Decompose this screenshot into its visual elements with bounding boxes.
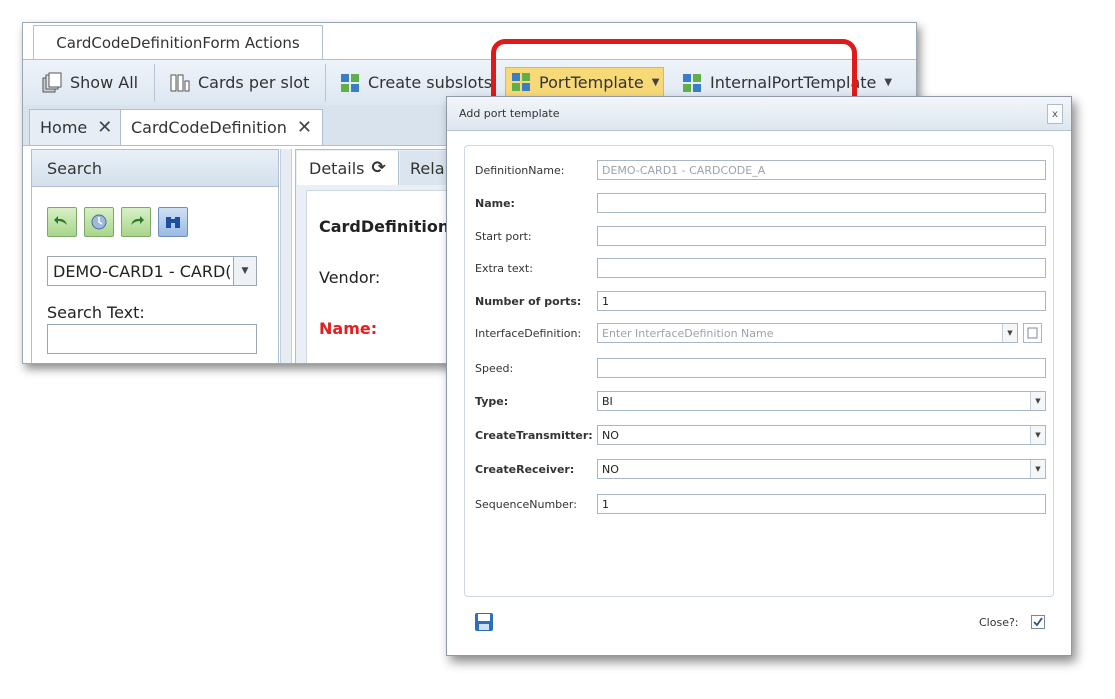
create-receiver-label: CreateReceiver: (475, 463, 575, 476)
dialog-title: Add port template (459, 107, 560, 120)
history-icon[interactable] (84, 207, 114, 237)
start-port-field[interactable] (597, 226, 1046, 246)
cards-per-slot-label: Cards per slot (198, 73, 310, 92)
speed-label: Speed: (475, 362, 514, 375)
interface-definition-field[interactable]: Enter InterfaceDefinition Name ▼ (597, 323, 1018, 343)
close-on-save-label: Close?: (979, 616, 1019, 629)
interface-definition-placeholder: Enter InterfaceDefinition Name (602, 327, 774, 340)
form-row-start-port: Start port: (465, 226, 1055, 248)
definition-select[interactable]: DEMO-CARD1 - CARD( ▼ (47, 256, 257, 286)
chevron-down-icon[interactable]: ▼ (884, 77, 892, 88)
definition-select-value: DEMO-CARD1 - CARD( (53, 261, 232, 281)
sequence-number-field[interactable]: 1 (597, 494, 1046, 514)
chevron-down-icon[interactable]: ▼ (1030, 392, 1045, 410)
close-on-save-checkbox[interactable] (1031, 615, 1045, 629)
sequence-number-label: SequenceNumber: (475, 498, 577, 511)
chevron-down-icon[interactable]: ▼ (1030, 460, 1045, 478)
create-subslots-label: Create subslots (368, 73, 493, 92)
search-panel-title: Search (32, 150, 278, 187)
create-receiver-value: NO (602, 463, 619, 476)
show-all-label: Show All (70, 73, 139, 92)
tab-card-code-definition-label: CardCodeDefinition (131, 118, 287, 137)
start-port-label: Start port: (475, 230, 532, 243)
forward-icon[interactable] (121, 207, 151, 237)
save-icon (475, 613, 493, 631)
speed-field[interactable] (597, 358, 1046, 378)
show-all-button[interactable]: Show All (41, 60, 138, 105)
name-label: Name: (319, 319, 378, 338)
interface-definition-label: InterfaceDefinition: (475, 327, 582, 340)
back-icon[interactable] (47, 207, 77, 237)
chevron-down-icon[interactable]: ▼ (1002, 324, 1017, 342)
cards-icon (42, 72, 62, 92)
definition-name-label: DefinitionName: (475, 164, 565, 177)
panel-splitter[interactable] (280, 149, 292, 363)
save-button[interactable] (474, 612, 494, 632)
form-row-number-of-ports: Number of ports: 1 (465, 291, 1055, 313)
create-receiver-select[interactable]: NO ▼ (597, 459, 1046, 479)
form-row-create-receiver: CreateReceiver: NO ▼ (465, 459, 1055, 481)
close-button[interactable]: x (1047, 104, 1063, 124)
subslot-icon (341, 73, 359, 92)
card-definition-label: CardDefinition: (319, 217, 456, 236)
search-toolbar (47, 207, 188, 237)
extra-text-label: Extra text: (475, 262, 533, 275)
lookup-icon (1027, 327, 1038, 339)
create-transmitter-value: NO (602, 429, 619, 442)
form-row-speed: Speed: (465, 358, 1055, 380)
form-row-extra-text: Extra text: (465, 258, 1055, 280)
form-row-type: Type: BI ▼ (465, 391, 1055, 413)
checkbox-check-icon (1033, 617, 1043, 627)
type-label: Type: (475, 395, 509, 408)
binoculars-icon[interactable] (158, 207, 188, 237)
form-row-definition-name: DefinitionName: DEMO-CARD1 - CARDCODE_A (465, 160, 1055, 182)
slots-icon (170, 74, 190, 91)
search-panel: Search DEMO-CARD1 - CARD( ▼ Search Text: (31, 149, 279, 363)
form-row-create-transmitter: CreateTransmitter: NO ▼ (465, 425, 1055, 447)
create-transmitter-select[interactable]: NO ▼ (597, 425, 1046, 445)
form-row-name: Name: (465, 193, 1055, 215)
refresh-icon[interactable]: ⟳ (371, 158, 385, 178)
ribbon-tab-actions[interactable]: CardCodeDefinitionForm Actions (33, 25, 323, 60)
name-field-label: Name: (475, 197, 515, 210)
chevron-down-icon[interactable]: ▼ (233, 257, 256, 285)
number-of-ports-field[interactable]: 1 (597, 291, 1046, 311)
port-template-form: DefinitionName: DEMO-CARD1 - CARDCODE_A … (464, 145, 1054, 597)
tab-home-label: Home (40, 118, 88, 137)
type-select[interactable]: BI ▼ (597, 391, 1046, 411)
form-row-sequence-number: SequenceNumber: 1 (465, 494, 1055, 516)
chevron-down-icon[interactable]: ▼ (1030, 426, 1045, 444)
cards-per-slot-button[interactable]: Cards per slot (169, 60, 309, 105)
tab-home[interactable]: Home ✕ (29, 109, 124, 145)
form-row-interface-definition: InterfaceDefinition: Enter InterfaceDefi… (465, 323, 1055, 345)
type-select-value: BI (602, 395, 613, 408)
close-icon[interactable]: ✕ (297, 117, 312, 138)
definition-name-field: DEMO-CARD1 - CARDCODE_A (597, 160, 1046, 180)
interface-picker-button[interactable] (1023, 323, 1042, 343)
tab-details-label: Details (309, 158, 365, 178)
name-field[interactable] (597, 193, 1046, 213)
search-text-label: Search Text: (47, 303, 145, 322)
extra-text-field[interactable] (597, 258, 1046, 278)
search-input[interactable] (47, 324, 257, 354)
add-port-template-dialog: Add port template x DefinitionName: DEMO… (446, 96, 1072, 656)
dialog-header: Add port template x (447, 97, 1071, 131)
number-of-ports-label: Number of ports: (475, 295, 582, 308)
tab-details[interactable]: Details ⟳ (297, 151, 399, 185)
create-transmitter-label: CreateTransmitter: (475, 429, 593, 442)
close-icon[interactable]: ✕ (97, 117, 112, 138)
tab-card-code-definition[interactable]: CardCodeDefinition ✕ (120, 109, 323, 145)
vendor-label: Vendor: (319, 268, 381, 287)
